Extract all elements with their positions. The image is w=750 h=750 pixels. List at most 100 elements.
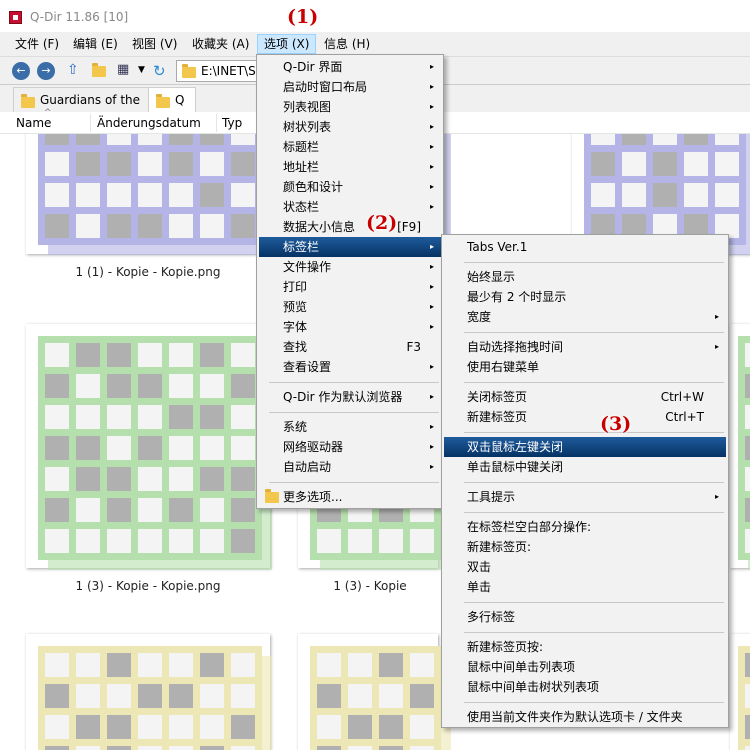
chevron-right-icon: ▸	[429, 422, 434, 431]
file-caption[interactable]: 1 (3) - Kopie	[270, 579, 470, 593]
menu-separator	[464, 382, 724, 383]
image-thumbnail[interactable]	[26, 634, 272, 750]
menu-favorites[interactable]: 收藏夹 (A)	[186, 34, 255, 54]
menu-separator	[464, 512, 724, 513]
tab-label: Q	[175, 93, 185, 107]
submenu-item-close-tab[interactable]: 关闭标签页 Ctrl+W	[444, 387, 726, 407]
column-separator[interactable]	[216, 114, 217, 132]
menu-item-view-settings[interactable]: 查看设置 ▸	[259, 357, 441, 377]
menu-separator	[269, 482, 439, 483]
submenu-item-right-click-menu[interactable]: 使用右键菜单	[444, 357, 726, 377]
menu-item-qdir-ui[interactable]: Q-Dir 界面 ▸	[259, 57, 441, 77]
shortcut-label: Ctrl+W	[660, 390, 704, 404]
chevron-right-icon: ▸	[714, 342, 719, 351]
submenu-item-single-click[interactable]: 单击	[444, 577, 726, 597]
column-type[interactable]: Typ	[222, 116, 242, 130]
view-mode-icon[interactable]: ▦	[117, 62, 135, 80]
image-thumbnail[interactable]	[730, 634, 750, 750]
folder-icon	[265, 489, 279, 503]
menu-info[interactable]: 信息 (H)	[318, 34, 376, 54]
submenu-item-show-min-two[interactable]: 最少有 2 个时显示	[444, 287, 726, 307]
menu-options[interactable]: 选项 (X)	[257, 34, 317, 54]
submenu-item-middle-click-close[interactable]: 单击鼠标中键关闭	[444, 457, 726, 477]
back-icon[interactable]: ←	[12, 62, 30, 80]
menu-item-default-browser[interactable]: Q-Dir 作为默认浏览器 ▸	[259, 387, 441, 407]
chevron-right-icon: ▸	[429, 262, 434, 271]
submenu-item-double-click[interactable]: 双击	[444, 557, 726, 577]
up-folder-icon[interactable]: ⇧	[67, 62, 85, 80]
submenu-item-middle-click-list[interactable]: 鼠标中间单击列表项	[444, 657, 726, 677]
menu-item-preview[interactable]: 预览 ▸	[259, 297, 441, 317]
menu-edit[interactable]: 编辑 (E)	[67, 34, 124, 54]
address-text: E:\INET\So	[201, 64, 264, 78]
submenu-item-empty-area-header: 在标签栏空白部分操作:	[467, 520, 592, 534]
annotation-step-3: (3)	[600, 413, 632, 435]
menu-bar: 文件 (F) 编辑 (E) 视图 (V) 收藏夹 (A) 选项 (X) 信息 (…	[0, 32, 750, 56]
submenu-item-always-show[interactable]: 始终显示	[444, 267, 726, 287]
file-caption[interactable]: 1 (1) - Kopie - Kopie.png	[28, 265, 268, 279]
submenu-item-width[interactable]: 宽度 ▸	[444, 307, 726, 327]
submenu-item-new-tab[interactable]: 新建标签页 Ctrl+T	[444, 407, 726, 427]
menu-file[interactable]: 文件 (F)	[9, 34, 65, 54]
chevron-right-icon: ▸	[429, 202, 434, 211]
menu-item-tab-bar[interactable]: 标签栏 ▸	[259, 237, 441, 257]
submenu-item-double-click-close[interactable]: 双击鼠标左键关闭	[444, 437, 726, 457]
menu-item-network-drives[interactable]: 网络驱动器 ▸	[259, 437, 441, 457]
menu-item-print[interactable]: 打印 ▸	[259, 277, 441, 297]
menu-item-status-bar[interactable]: 状态栏 ▸	[259, 197, 441, 217]
tab-guardians[interactable]: Guardians of the	[13, 87, 149, 113]
menu-separator	[464, 482, 724, 483]
image-thumbnail[interactable]	[298, 634, 451, 750]
menu-separator	[464, 262, 724, 263]
annotation-step-1: (1)	[287, 6, 319, 28]
image-thumbnail[interactable]	[26, 324, 272, 570]
submenu-item-new-tab-header: 新建标签页:	[467, 540, 532, 554]
submenu-item-multiline-tabs[interactable]: 多行标签	[444, 607, 726, 627]
menu-item-address-bar[interactable]: 地址栏 ▸	[259, 157, 441, 177]
menu-item-font[interactable]: 字体 ▸	[259, 317, 441, 337]
column-modified[interactable]: Änderungsdatum	[97, 116, 201, 130]
tabbar-submenu: Tabs Ver.1 始终显示 最少有 2 个时显示 宽度 ▸ 自动选择拖拽时间 ▸…	[441, 234, 729, 728]
chevron-right-icon: ▸	[714, 312, 719, 321]
menu-item-colors-design[interactable]: 颜色和设计 ▸	[259, 177, 441, 197]
column-separator[interactable]	[90, 114, 91, 132]
menu-item-list-view[interactable]: 列表视图 ▸	[259, 97, 441, 117]
menu-item-startup-layout[interactable]: 启动时窗口布局 ▸	[259, 77, 441, 97]
tab-q[interactable]: Q	[148, 87, 196, 113]
column-name[interactable]: Name	[16, 116, 51, 130]
chevron-right-icon: ▸	[429, 362, 434, 371]
menu-separator	[269, 382, 439, 383]
menu-separator	[464, 702, 724, 703]
folder-icon	[21, 94, 35, 108]
refresh-icon[interactable]: ↻	[153, 62, 171, 80]
submenu-item-middle-click-tree[interactable]: 鼠标中间单击树状列表项	[444, 677, 726, 697]
file-caption[interactable]: 1 (3) - Kopie - Kopie.png	[28, 579, 268, 593]
menu-item-more-options[interactable]: 更多选项...	[259, 487, 441, 507]
shortcut-label: Ctrl+T	[665, 410, 704, 424]
forward-icon[interactable]: →	[37, 62, 55, 80]
image-thumbnail[interactable]	[26, 134, 272, 255]
menu-separator	[464, 432, 724, 433]
chevron-right-icon: ▸	[429, 122, 434, 131]
submenu-item-drag-select-time[interactable]: 自动选择拖拽时间 ▸	[444, 337, 726, 357]
menu-separator	[464, 602, 724, 603]
submenu-item-tooltips[interactable]: 工具提示 ▸	[444, 487, 726, 507]
address-bar[interactable]: E:\INET\So	[176, 60, 266, 82]
menu-item-title-bar[interactable]: 标题栏 ▸	[259, 137, 441, 157]
menu-separator	[269, 412, 439, 413]
submenu-item-new-tab-by-header: 新建标签页按:	[467, 640, 544, 654]
new-folder-icon[interactable]	[92, 63, 110, 84]
window-title: Q-Dir 11.86 [10]	[30, 10, 129, 24]
menu-item-find[interactable]: 查找 F3	[259, 337, 441, 357]
submenu-item-default-folder[interactable]: 使用当前文件夹作为默认选项卡 / 文件夹	[444, 707, 726, 727]
shortcut-label: [F9]	[397, 220, 421, 234]
menu-view[interactable]: 视图 (V)	[126, 34, 183, 54]
menu-item-autostart[interactable]: 自动启动 ▸	[259, 457, 441, 477]
image-thumbnail[interactable]	[730, 324, 750, 570]
chevron-right-icon: ▸	[429, 322, 434, 331]
menu-item-data-size-info[interactable]: 数据大小信息 [F9]	[259, 217, 441, 237]
menu-item-file-operations[interactable]: 文件操作 ▸	[259, 257, 441, 277]
menu-item-system[interactable]: 系统 ▸	[259, 417, 441, 437]
menu-item-tree-list[interactable]: 树状列表 ▸	[259, 117, 441, 137]
annotation-step-2: (2)	[366, 212, 398, 234]
